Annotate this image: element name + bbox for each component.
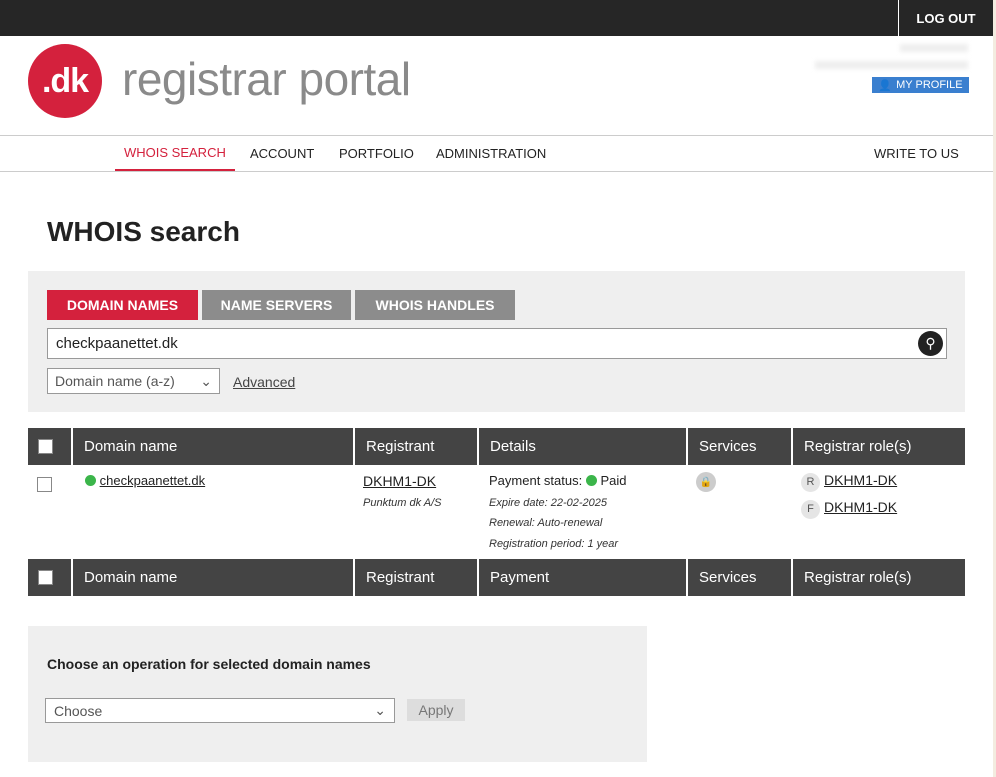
col-registrar-roles: Registrar role(s)	[791, 428, 965, 465]
role-badge: F	[801, 499, 820, 519]
status-active-icon	[85, 475, 96, 486]
role-handle-link[interactable]: DKHM1-DK	[824, 499, 897, 515]
top-bar: LOG OUT	[0, 0, 993, 36]
payment-ok-icon	[585, 475, 597, 486]
sort-select[interactable]: Domain name (a-z) ⌄	[47, 368, 220, 394]
chevron-down-icon: ⌄	[200, 372, 212, 389]
payment-label: Payment status:	[489, 473, 583, 488]
tab-whois-handles[interactable]: WHOIS HANDLES	[355, 290, 515, 320]
page-title: WHOIS search	[47, 216, 240, 247]
blurred-user-email	[815, 61, 968, 69]
dk-logo[interactable]: .dk	[28, 44, 102, 118]
nav-portfolio[interactable]: PORTFOLIO	[330, 136, 423, 171]
col-services: Services	[686, 559, 792, 596]
my-profile-button[interactable]: 👤 MY PROFILE	[872, 77, 969, 93]
col-details: Details	[477, 428, 687, 465]
payment-status: Paid	[600, 473, 627, 488]
select-all-cell	[28, 559, 72, 596]
main-nav: WHOIS SEARCH ACCOUNT PORTFOLIO ADMINISTR…	[0, 135, 993, 172]
advanced-link[interactable]: Advanced	[233, 374, 295, 390]
col-registrar-roles: Registrar role(s)	[791, 559, 965, 596]
col-services: Services	[686, 428, 792, 465]
role-handle-link[interactable]: DKHM1-DK	[824, 472, 897, 488]
col-registrant[interactable]: Registrant	[353, 559, 478, 596]
expire-date: Expire date: 22-02-2025	[489, 497, 608, 509]
renewal: Renewal: Auto-renewal	[489, 517, 603, 529]
select-all-checkbox[interactable]	[38, 439, 53, 454]
operation-value: Choose	[54, 702, 103, 719]
nav-whois-search[interactable]: WHOIS SEARCH	[115, 136, 235, 171]
tab-name-servers[interactable]: NAME SERVERS	[202, 290, 351, 320]
operation-select[interactable]: Choose ⌄	[45, 698, 395, 723]
lock-icon[interactable]: 🔒	[696, 472, 716, 492]
nav-write-to-us[interactable]: WRITE TO US	[865, 136, 968, 171]
tab-domain-names[interactable]: DOMAIN NAMES	[47, 290, 198, 320]
chevron-down-icon: ⌄	[374, 702, 386, 718]
domain-link[interactable]: checkpaanettet.dk	[100, 473, 206, 488]
select-all-checkbox-footer[interactable]	[38, 570, 53, 585]
search-icon[interactable]: ⚲	[918, 331, 943, 356]
col-registrant[interactable]: Registrant	[353, 428, 478, 465]
logout-button[interactable]: LOG OUT	[898, 0, 993, 36]
blurred-user-name	[900, 44, 968, 52]
col-domain-name[interactable]: Domain name	[71, 428, 354, 465]
nav-account[interactable]: ACCOUNT	[241, 136, 323, 171]
select-all-cell	[28, 428, 72, 465]
role-badge: R	[801, 472, 820, 492]
apply-button[interactable]: Apply	[407, 699, 465, 721]
user-icon: 👤	[878, 79, 893, 92]
col-payment: Payment	[477, 559, 687, 596]
col-domain-name[interactable]: Domain name	[71, 559, 354, 596]
registration-period: Registration period: 1 year	[489, 538, 619, 550]
registrant-link[interactable]: DKHM1-DK	[363, 473, 436, 489]
nav-administration[interactable]: ADMINISTRATION	[427, 136, 555, 171]
my-profile-label: MY PROFILE	[896, 79, 963, 91]
sort-value: Domain name (a-z)	[55, 373, 175, 389]
row-checkbox[interactable]	[37, 477, 52, 492]
portal-title: registrar portal	[122, 53, 411, 105]
table-header: Domain name Registrant Details Services …	[28, 428, 965, 465]
search-input[interactable]: checkpaanettet.dk	[47, 328, 947, 359]
operations-title: Choose an operation for selected domain …	[47, 656, 371, 672]
table-footer: Domain name Registrant Payment Services …	[28, 559, 965, 596]
operations-panel	[28, 626, 647, 762]
registrant-name: Punktum dk A/S	[363, 497, 442, 509]
